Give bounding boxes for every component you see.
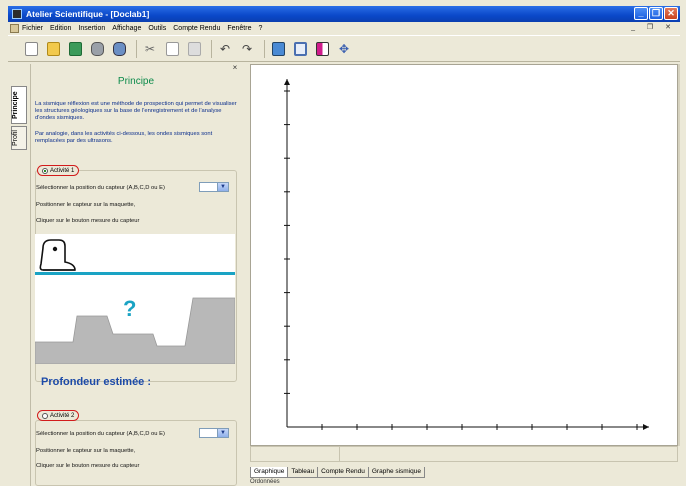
copy-icon <box>165 41 179 56</box>
radio-icon <box>42 167 48 174</box>
side-tabs: Principe Profil <box>8 64 30 484</box>
maximize-button[interactable]: ❐ <box>649 7 663 20</box>
monitor-icon <box>271 41 285 56</box>
color-button[interactable] <box>313 40 331 58</box>
printer-icon <box>90 41 104 56</box>
status-text: Ordonnées <box>250 479 280 485</box>
estimated-depth-label: Profondeur estimée : <box>41 376 152 388</box>
sensor-eye <box>52 246 58 252</box>
undo-button[interactable]: ↶ <box>216 40 234 58</box>
activity1-select-prompt: Sélectionner la position du capteur (A,B… <box>36 185 165 191</box>
activity2-step2: Positionner le capteur sur la maquette, <box>36 448 136 454</box>
activity2-sensor-select[interactable]: ▼ <box>199 428 229 438</box>
intro-text: La sismique réflexion est une méthode de… <box>35 101 237 121</box>
tab-profil[interactable]: Profil <box>11 126 27 150</box>
graph-area[interactable] <box>250 64 678 446</box>
mdi-controls[interactable]: _ ❐ ✕ <box>631 23 676 31</box>
ultrasound-sensor-icon <box>39 239 76 271</box>
save-button[interactable] <box>66 40 84 58</box>
redo-button[interactable]: ↷ <box>238 40 256 58</box>
radio-icon <box>42 412 48 419</box>
print-button[interactable] <box>88 40 106 58</box>
tab-compte-rendu[interactable]: Compte Rendu <box>317 467 369 478</box>
display-button[interactable] <box>269 40 287 58</box>
axes <box>284 79 649 430</box>
cut-button[interactable]: ✂ <box>141 40 159 58</box>
scissors-icon: ✂ <box>144 41 156 56</box>
tab-principe[interactable]: Principe <box>11 86 27 124</box>
activity2-select-prompt: Sélectionner la position du capteur (A,B… <box>36 431 165 437</box>
minimize-button[interactable]: _ <box>634 7 648 20</box>
activity1-step3: Cliquer sur le bouton mesure du capteur <box>36 218 140 224</box>
toolbar-separator <box>264 39 265 58</box>
menu-fenetre[interactable]: Fenêtre <box>227 25 251 32</box>
unknown-depth-marker: ? <box>123 296 137 321</box>
tab-tableau[interactable]: Tableau <box>287 467 319 478</box>
tab-graphe-sismique[interactable]: Graphe sismique <box>367 467 426 478</box>
menu-help[interactable]: ? <box>258 25 262 32</box>
sensor-model-illustration[interactable]: ? <box>35 234 235 364</box>
print-preview-icon <box>112 41 126 56</box>
menu-edition[interactable]: Edition <box>50 25 71 32</box>
report-button[interactable] <box>291 40 309 58</box>
menu-bar: Fichier Edition Insertion Affichage Outi… <box>8 22 680 34</box>
x-axis-arrow <box>643 424 649 430</box>
paste-button[interactable] <box>185 40 203 58</box>
activity1-radio[interactable]: Activité 1 <box>37 165 80 176</box>
chevron-down-icon: ▼ <box>217 183 228 191</box>
paste-icon <box>187 41 201 56</box>
title-bar[interactable]: Atelier Scientifique - [Doclab1] _ ❐ ✕ <box>8 6 680 22</box>
copy-button[interactable] <box>163 40 181 58</box>
window-title: Atelier Scientifique - [Doclab1] <box>26 9 150 19</box>
activity2-label: Activité 2 <box>50 412 75 419</box>
print-preview-button[interactable] <box>110 40 128 58</box>
new-document-button[interactable] <box>22 40 40 58</box>
save-icon <box>68 41 82 56</box>
open-button[interactable] <box>44 40 62 58</box>
activity1-label: Activité 1 <box>50 167 75 174</box>
menu-compte-rendu[interactable]: Compte Rendu <box>173 25 220 32</box>
panel-close-icon[interactable]: × <box>231 64 239 72</box>
menu-insertion[interactable]: Insertion <box>78 25 105 32</box>
graph-axes <box>284 79 649 430</box>
tab-graphique[interactable]: Graphique <box>250 467 289 478</box>
vertical-scrollbar[interactable] <box>678 64 680 446</box>
chevron-down-icon: ▼ <box>217 429 228 437</box>
report-icon <box>293 41 307 56</box>
activity1-sensor-select[interactable]: ▼ <box>199 182 229 192</box>
activity2-step3: Cliquer sur le bouton mesure du capteur <box>36 463 140 469</box>
toolbar-separator <box>136 39 137 58</box>
panel-title: Principe <box>117 76 155 87</box>
surface-line <box>35 272 235 275</box>
color-palette-icon <box>315 41 329 56</box>
menu-affichage[interactable]: Affichage <box>112 25 141 32</box>
toolbar-separator <box>211 39 212 58</box>
view-tabs: Graphique Tableau Compte Rendu Graphe si… <box>250 466 678 478</box>
horizontal-scrollbar[interactable] <box>250 446 678 462</box>
close-button[interactable]: ✕ <box>664 7 678 20</box>
principe-panel: × Principe La sismique réflexion est une… <box>30 64 241 486</box>
folder-icon <box>46 41 60 56</box>
menu-fichier[interactable]: Fichier <box>22 25 43 32</box>
toolbar: ✂ ↶ ↷ ✥ <box>8 35 680 62</box>
y-axis-arrow <box>284 79 290 85</box>
activity2-radio[interactable]: Activité 2 <box>37 410 80 421</box>
scrollbar-divider <box>339 447 340 461</box>
app-icon <box>12 9 22 19</box>
new-file-icon <box>24 41 38 56</box>
menu-outils[interactable]: Outils <box>148 25 166 32</box>
tool-button[interactable]: ✥ <box>335 40 353 58</box>
activity1-step2: Positionner le capteur sur la maquette, <box>36 202 136 208</box>
undo-icon: ↶ <box>219 41 231 56</box>
redo-icon: ↷ <box>241 41 253 56</box>
document-icon[interactable] <box>10 23 19 33</box>
analogy-text: Par analogie, dans les activités ci-dess… <box>35 131 213 144</box>
compass-icon: ✥ <box>338 41 350 56</box>
